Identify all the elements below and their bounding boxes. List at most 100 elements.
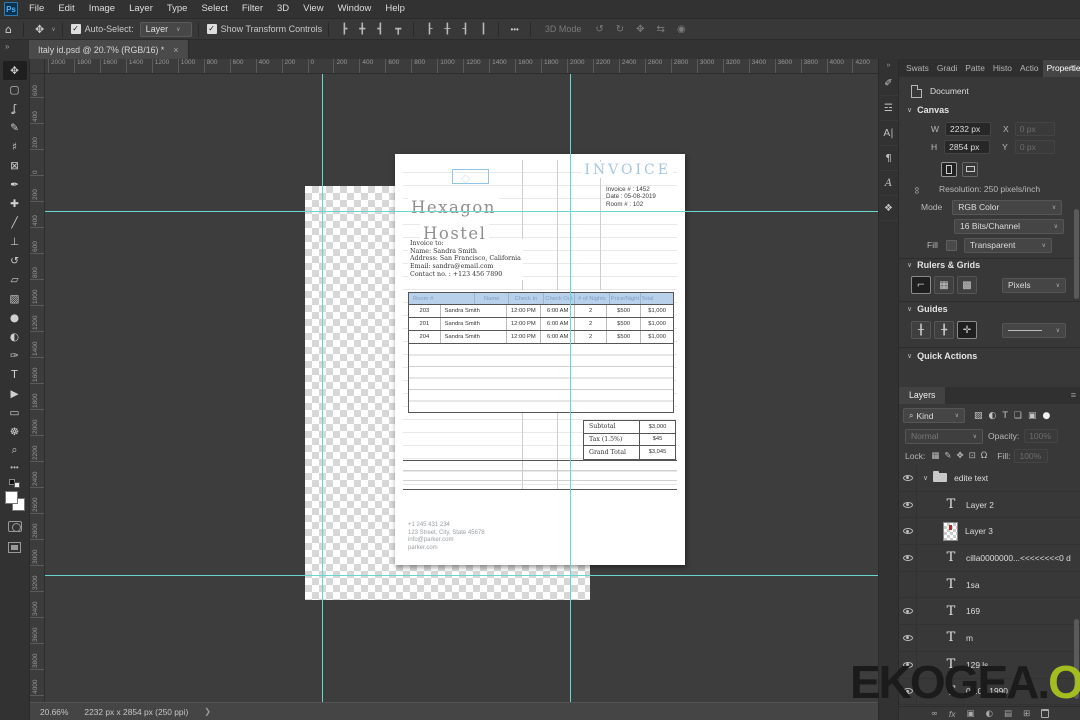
hand-tool[interactable]: ☸: [3, 422, 27, 441]
vertical-ruler[interactable]: 600 400 200 0 200 400 600 800 1000 1200 1400 1600 18…: [30, 74, 45, 702]
panel-tab[interactable]: Gradi: [933, 60, 961, 77]
menu-item[interactable]: Window: [331, 0, 379, 18]
lock-image-icon[interactable]: ✎: [944, 451, 951, 461]
layer-row[interactable]: ∨ T m: [899, 625, 1080, 652]
layer-row[interactable]: ∨ T Layer 2: [899, 491, 1080, 519]
menu-item[interactable]: Edit: [51, 0, 81, 18]
quick-mask-icon[interactable]: [7, 521, 22, 532]
layers-menu-icon[interactable]: ≡: [1071, 390, 1076, 400]
crop-tool[interactable]: ♯: [3, 137, 27, 156]
panel-tab[interactable]: Actio: [1016, 60, 1043, 77]
default-colors-icon[interactable]: [9, 479, 20, 488]
rulers-grids-section-header[interactable]: ∨ Rulers & Grids: [899, 260, 1080, 270]
new-guide-layout-icon[interactable]: ╂: [911, 321, 931, 339]
distribute-vertical-icon[interactable]: ┃: [474, 24, 492, 35]
layer-name[interactable]: Layer 3: [965, 526, 993, 536]
character-panel-icon[interactable]: A|: [878, 121, 899, 146]
align-left-edges-icon[interactable]: ┣: [335, 24, 353, 35]
visibility-toggle[interactable]: [899, 465, 917, 491]
ruler-units-dropdown[interactable]: Pixels ∨: [1002, 277, 1066, 293]
menu-item[interactable]: File: [22, 0, 51, 18]
filter-pixel-layers-icon[interactable]: ▨: [972, 411, 985, 421]
document-tab[interactable]: Italy id.psd @ 20.7% (RGB/16) * ×: [29, 40, 189, 59]
dodge-tool[interactable]: ◐: [3, 327, 27, 346]
layer-fill-field[interactable]: 100%: [1014, 448, 1049, 463]
portrait-orientation-button[interactable]: [941, 161, 957, 177]
layer-row[interactable]: ∨ T edite text: [899, 465, 1080, 492]
brush-settings-panel-icon[interactable]: ✐: [878, 71, 899, 96]
foreground-color-swatch[interactable]: [4, 491, 18, 504]
lock-all-icon[interactable]: Ω: [981, 451, 988, 461]
filter-shape-layers-icon[interactable]: ❏: [1012, 411, 1024, 421]
auto-select-target-dropdown[interactable]: Layer ∨: [139, 21, 192, 37]
frame-tool[interactable]: ⊠: [3, 156, 27, 175]
menu-item[interactable]: Layer: [122, 0, 160, 18]
panel-tab[interactable]: Patte: [961, 60, 989, 77]
blend-mode-dropdown[interactable]: Normal ∨: [905, 428, 983, 444]
guide-style-dropdown[interactable]: ∨: [1002, 322, 1066, 338]
visibility-toggle[interactable]: [899, 518, 917, 545]
paragraph-panel-icon[interactable]: ¶: [878, 146, 899, 171]
new-group-icon[interactable]: ▤: [1004, 708, 1012, 720]
path-selection-tool[interactable]: ▶: [3, 384, 27, 403]
panel-menu-icon[interactable]: ≡: [1070, 63, 1076, 74]
distribute-left-edges-icon[interactable]: ┠: [420, 24, 438, 35]
color-swatches[interactable]: [4, 491, 25, 511]
bit-depth-dropdown[interactable]: 16 Bits/Channel ∨: [954, 218, 1064, 234]
properties-scrollbar[interactable]: [1074, 209, 1079, 299]
menu-item[interactable]: Filter: [235, 0, 270, 18]
layer-row[interactable]: ∨ T cilla0000000...<<<<<<<<0 d: [899, 545, 1080, 572]
3d-panel-icon[interactable]: ❖: [878, 196, 899, 221]
visibility-toggle[interactable]: [899, 571, 917, 598]
layer-name[interactable]: 1sa: [966, 580, 980, 590]
clear-guides-icon[interactable]: ✛: [957, 321, 977, 339]
ruler-origin-corner[interactable]: [30, 59, 45, 74]
layer-filter-dropdown[interactable]: ⌕ Kind ∨: [903, 408, 965, 423]
lock-position-icon[interactable]: ✥: [956, 451, 963, 461]
align-right-edges-icon[interactable]: ┫: [371, 24, 389, 35]
layer-row[interactable]: ∨ T 1sa: [899, 571, 1080, 599]
layer-name[interactable]: 169: [966, 606, 980, 616]
menu-item[interactable]: 3D: [270, 0, 296, 18]
tab-overflow-icon[interactable]: »: [5, 42, 9, 51]
filter-adjustment-layers-icon[interactable]: ◐: [987, 411, 999, 421]
delete-layer-icon[interactable]: [1041, 709, 1050, 718]
logo-selection-box[interactable]: [452, 169, 489, 184]
lasso-tool[interactable]: ʆ: [3, 99, 27, 118]
panel-tab[interactable]: Histo: [989, 60, 1016, 77]
opacity-field[interactable]: 100%: [1024, 429, 1059, 443]
layers-tab[interactable]: Layers: [899, 387, 946, 404]
toggle-grid-icon[interactable]: ▦: [934, 276, 954, 294]
type-tool[interactable]: T: [3, 365, 27, 384]
move-tool-options-icon[interactable]: ✥: [30, 23, 49, 36]
clone-stamp-tool[interactable]: ⊥: [3, 232, 27, 251]
layer-row[interactable]: ∨ T 169: [899, 598, 1080, 626]
canvas-height-field[interactable]: 2854 px: [944, 140, 991, 154]
layer-name[interactable]: cilla0000000...<<<<<<<<0 d: [966, 553, 1071, 563]
filter-toggle-icon[interactable]: ●: [1040, 411, 1052, 421]
grid-settings-icon[interactable]: ▩: [957, 276, 977, 294]
gradient-tool[interactable]: ▨: [3, 289, 27, 308]
visibility-toggle[interactable]: [899, 545, 917, 571]
layer-row[interactable]: ∨ T Layer 3: [899, 518, 1080, 546]
layer-name[interactable]: m: [966, 633, 973, 643]
align-top-edges-icon[interactable]: ┳: [389, 24, 407, 35]
quick-selection-tool[interactable]: ✎: [3, 118, 27, 137]
menu-item[interactable]: View: [296, 0, 330, 18]
brushes-panel-icon[interactable]: ☲: [878, 96, 899, 121]
filter-type-layers-icon[interactable]: T: [1000, 411, 1010, 421]
eyedropper-tool[interactable]: ✒: [3, 175, 27, 194]
canvas-area[interactable]: ◇ INVOICE Invoice # : 1452 Date : 05-08-2…: [30, 59, 878, 702]
panel-tab[interactable]: Swats: [902, 60, 933, 77]
vertical-guide[interactable]: [570, 74, 571, 702]
pen-tool[interactable]: ✑: [3, 346, 27, 365]
canvas-y-field[interactable]: 0 px: [1014, 140, 1055, 154]
align-horizontal-centers-icon[interactable]: ╋: [353, 24, 371, 35]
menu-item[interactable]: Image: [82, 0, 122, 18]
3d-slide-icon[interactable]: ⇆: [651, 24, 671, 35]
layer-name[interactable]: edite text: [954, 473, 988, 483]
3d-roll-icon[interactable]: ↻: [610, 24, 630, 35]
rectangular-marquee-tool[interactable]: ▢: [3, 80, 27, 99]
link-layers-icon[interactable]: ∞: [931, 708, 938, 720]
3d-orbit-icon[interactable]: ↺: [589, 24, 609, 35]
